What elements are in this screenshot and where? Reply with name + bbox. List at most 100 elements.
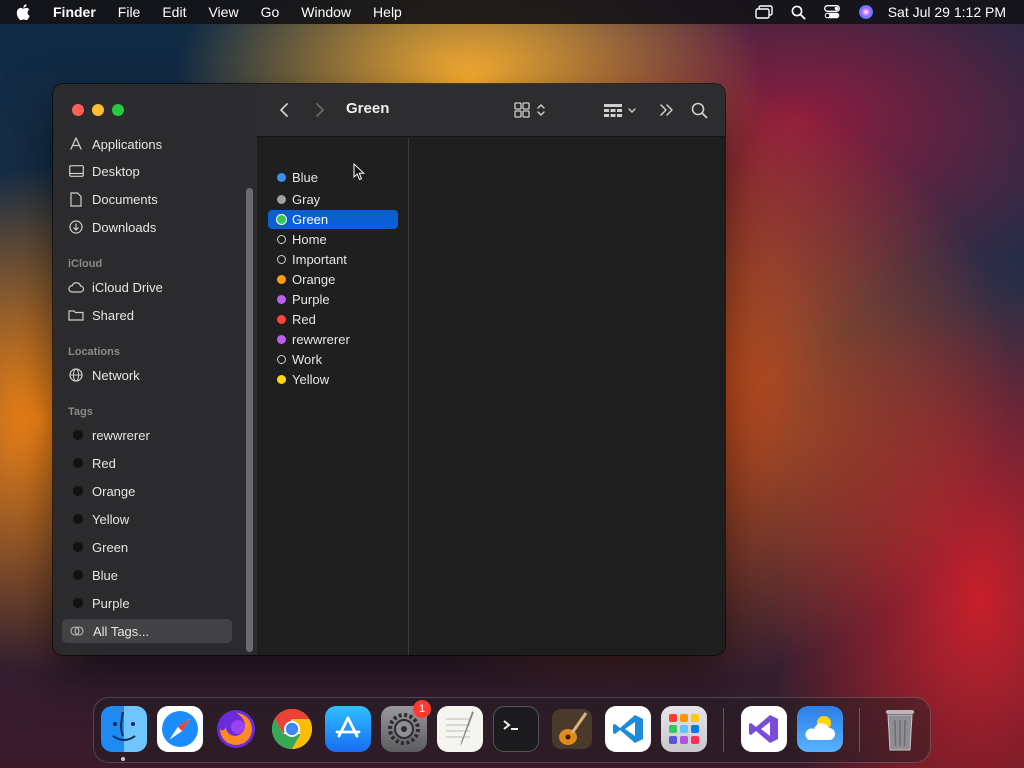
sidebar-item-desktop[interactable]: Desktop bbox=[67, 159, 237, 183]
dock-vscode[interactable] bbox=[605, 706, 651, 752]
menu-bar: Finder File Edit View Go Window Help Sat… bbox=[0, 0, 1024, 24]
safari-compass-icon bbox=[162, 711, 198, 747]
sidebar-item-label: Red bbox=[92, 455, 116, 471]
tag-dot-icon bbox=[73, 570, 83, 580]
globe-icon bbox=[67, 366, 85, 384]
window-controls bbox=[72, 104, 132, 116]
group-button[interactable] bbox=[603, 99, 639, 121]
spotlight-search-icon[interactable] bbox=[791, 5, 806, 20]
close-button[interactable] bbox=[72, 104, 84, 116]
sidebar-item-applications[interactable]: Applications bbox=[67, 132, 237, 156]
view-mode-button[interactable] bbox=[514, 99, 550, 121]
dock-system-settings[interactable]: 1 bbox=[381, 700, 431, 752]
control-center-icon[interactable] bbox=[823, 5, 840, 19]
tag-dot-icon bbox=[73, 458, 83, 468]
tag-row-yellow[interactable]: Yellow bbox=[268, 370, 398, 389]
tag-row-home[interactable]: Home bbox=[268, 230, 398, 249]
apple-menu-icon[interactable] bbox=[16, 0, 36, 24]
sidebar-tag-red[interactable]: Red bbox=[67, 451, 237, 475]
tag-color-dot-icon bbox=[277, 173, 286, 182]
menu-edit[interactable]: Edit bbox=[162, 4, 186, 20]
sidebar-tag-purple[interactable]: Purple bbox=[67, 591, 237, 615]
search-icon bbox=[691, 102, 708, 118]
menu-window[interactable]: Window bbox=[301, 4, 351, 20]
dock-finder[interactable] bbox=[101, 706, 147, 752]
downloads-icon bbox=[67, 218, 85, 236]
sidebar-item-shared[interactable]: Shared bbox=[67, 303, 237, 327]
tag-color-dot-icon bbox=[277, 275, 286, 284]
sidebar-tag-yellow[interactable]: Yellow bbox=[67, 507, 237, 531]
dock-app-store[interactable] bbox=[325, 706, 371, 752]
shared-folder-icon bbox=[67, 306, 85, 324]
dock-visual-studio[interactable] bbox=[741, 706, 787, 752]
dock-textedit[interactable] bbox=[437, 706, 483, 752]
sidebar-section-icloud: iCloud bbox=[68, 258, 103, 270]
group-grid-icon bbox=[604, 104, 636, 117]
trash-icon bbox=[886, 710, 914, 751]
sidebar-item-label: Applications bbox=[92, 136, 163, 152]
double-chevron-right-icon bbox=[660, 104, 673, 116]
status-area: Sat Jul 29 1:12 PM bbox=[737, 0, 1006, 24]
tag-row-work[interactable]: Work bbox=[268, 350, 398, 369]
dock-terminal[interactable] bbox=[493, 706, 539, 752]
tag-row-gray[interactable]: Gray bbox=[268, 190, 398, 209]
back-button[interactable] bbox=[279, 99, 289, 121]
forward-button[interactable] bbox=[315, 99, 325, 121]
textedit-icon bbox=[446, 711, 474, 746]
dock-garageband[interactable] bbox=[549, 706, 595, 752]
dock-weather[interactable] bbox=[797, 706, 843, 752]
tag-row-label: Home bbox=[292, 232, 327, 247]
tag-color-dot-icon bbox=[277, 195, 286, 204]
tag-color-dot-icon bbox=[277, 235, 286, 244]
document-icon bbox=[67, 190, 85, 208]
sidebar-item-icloud-drive[interactable]: iCloud Drive bbox=[67, 275, 237, 299]
tag-row-red[interactable]: Red bbox=[268, 310, 398, 329]
search-button[interactable] bbox=[691, 99, 708, 121]
minimize-button[interactable] bbox=[92, 104, 104, 116]
desktop-icon bbox=[67, 162, 85, 180]
tag-row-purple[interactable]: Purple bbox=[268, 290, 398, 309]
menu-view[interactable]: View bbox=[208, 4, 238, 20]
sidebar-tag-orange[interactable]: Orange bbox=[67, 479, 237, 503]
zoom-button[interactable] bbox=[112, 104, 124, 116]
tag-row-rewwrerer[interactable]: rewwrerer bbox=[268, 330, 398, 349]
menu-file[interactable]: File bbox=[118, 4, 141, 20]
sidebar-item-documents[interactable]: Documents bbox=[67, 187, 237, 211]
finder-running-indicator bbox=[121, 757, 125, 761]
tag-dot-icon bbox=[73, 514, 83, 524]
dock-firefox[interactable] bbox=[213, 706, 259, 752]
terminal-icon bbox=[503, 720, 518, 730]
dock-trash[interactable] bbox=[877, 706, 923, 752]
tag-row-important[interactable]: Important bbox=[268, 250, 398, 269]
dock-separator bbox=[723, 708, 724, 752]
menu-app-name[interactable]: Finder bbox=[53, 4, 96, 20]
siri-icon[interactable] bbox=[858, 4, 874, 20]
tag-row-orange[interactable]: Orange bbox=[268, 270, 398, 289]
sidebar-item-all-tags[interactable]: All Tags... bbox=[62, 619, 232, 643]
tag-dot-icon bbox=[73, 430, 83, 440]
dock-chrome[interactable] bbox=[269, 706, 315, 752]
tag-row-green[interactable]: Green bbox=[268, 210, 398, 229]
menu-clock[interactable]: Sat Jul 29 1:12 PM bbox=[888, 4, 1006, 20]
more-toolbar-button[interactable] bbox=[659, 99, 675, 121]
sidebar-item-label: All Tags... bbox=[93, 623, 150, 639]
sidebar-tag-rewwrerer[interactable]: rewwrerer bbox=[67, 423, 237, 447]
sidebar-scrollbar[interactable] bbox=[246, 188, 253, 652]
tag-color-dot-icon bbox=[277, 355, 286, 364]
dock-launchpad[interactable] bbox=[661, 706, 707, 752]
tag-row-blue[interactable]: Blue bbox=[268, 168, 398, 187]
sidebar-item-label: Shared bbox=[92, 307, 134, 323]
applications-icon bbox=[67, 135, 85, 153]
sidebar-item-network[interactable]: Network bbox=[67, 363, 237, 387]
menu-go[interactable]: Go bbox=[261, 4, 280, 20]
sidebar-item-downloads[interactable]: Downloads bbox=[67, 215, 237, 239]
sidebar-tag-green[interactable]: Green bbox=[67, 535, 237, 559]
tag-color-dot-icon bbox=[277, 295, 286, 304]
dock-safari[interactable] bbox=[157, 706, 203, 752]
screen-mirroring-icon[interactable] bbox=[755, 5, 773, 19]
tag-row-label: Work bbox=[292, 352, 323, 367]
sidebar-tag-blue[interactable]: Blue bbox=[67, 563, 237, 587]
menu-help[interactable]: Help bbox=[373, 4, 402, 20]
guitar-icon bbox=[552, 709, 592, 749]
toolbar: Green bbox=[257, 84, 725, 137]
